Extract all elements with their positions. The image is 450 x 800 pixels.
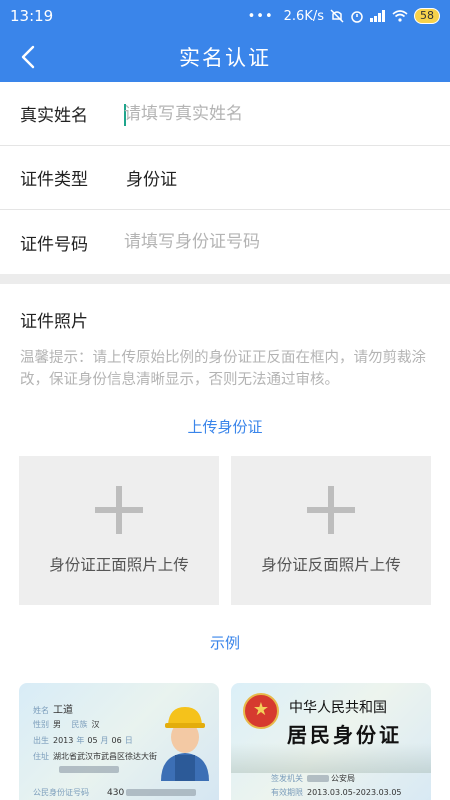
card-address-blur xyxy=(59,765,119,774)
plus-icon xyxy=(95,486,143,534)
id-type-label: 证件类型 xyxy=(20,170,88,190)
card-country-title: 中华人民共和国 xyxy=(289,700,387,716)
status-icons: ••• 2.6K/s 58 xyxy=(248,8,440,24)
nav-bar: 实名认证 xyxy=(0,32,450,82)
back-photo-caption: 身份证反面照片上传 xyxy=(261,556,401,574)
card-validity-line: 有效期限 2013.03.05-2023.03.05 xyxy=(271,788,402,797)
national-emblem-icon xyxy=(243,693,279,729)
id-number-row: 证件号码 xyxy=(0,210,450,274)
status-bar: 13:19 ••• 2.6K/s 58 xyxy=(0,0,450,32)
card-address-line: 住址 湖北省武汉市武昌区徐达大街 xyxy=(33,752,157,761)
upload-tip: 温馨提示：请上传原始比例的身份证正反面在框内，请勿剪裁涂改，保证身份信息清晰显示… xyxy=(20,350,426,388)
front-photo-upload[interactable]: 身份证正面照片上传 xyxy=(19,456,219,605)
card-name-line: 姓名 工道 xyxy=(33,705,73,716)
back-photo-upload[interactable]: 身份证反面照片上传 xyxy=(231,456,431,605)
status-time: 13:19 xyxy=(10,7,54,25)
card-gender-line: 性别男 民族汉 xyxy=(33,720,100,729)
upload-id-link[interactable]: 上传身份证 xyxy=(0,416,450,437)
more-dots: ••• xyxy=(247,8,274,24)
card-birth-line: 出生 2013 年 05 月 06 日 xyxy=(33,736,133,745)
wifi-icon xyxy=(392,10,408,22)
signal-icon xyxy=(370,10,385,22)
page-title: 实名认证 xyxy=(179,46,271,70)
worker-avatar-icon xyxy=(161,707,209,781)
id-type-row[interactable]: 证件类型 身份证 xyxy=(0,146,450,210)
example-link[interactable]: 示例 xyxy=(0,632,450,653)
chevron-left-icon[interactable] xyxy=(14,42,44,72)
battery-icon: 58 xyxy=(414,8,440,24)
id-number-input[interactable] xyxy=(124,232,424,252)
id-number-label: 证件号码 xyxy=(20,234,88,255)
id-type-value[interactable]: 身份证 xyxy=(126,165,177,190)
plus-icon xyxy=(307,486,355,534)
sample-id-back: 中华人民共和国 居民身份证 签发机关公安局 有效期限2013.03.05-202… xyxy=(231,683,431,800)
card-id-title: 居民身份证 xyxy=(287,723,402,747)
name-label: 真实姓名 xyxy=(20,106,88,126)
sample-id-front: 姓名 工道 性别男 民族汉 出生 2013 年 05 月 06 日 住址 湖北省武汉市武昌区徐达… xyxy=(19,683,219,800)
alarm-icon xyxy=(351,11,363,23)
section-divider xyxy=(0,274,450,284)
card-id-line: 公民身份证号码 430 xyxy=(33,787,197,798)
card-authority-line: 签发机关 公安局 xyxy=(271,774,355,783)
name-row: 真实姓名 xyxy=(0,82,450,146)
photo-section-title: 证件照片 xyxy=(20,312,88,332)
front-photo-caption: 身份证正面照片上传 xyxy=(49,556,189,574)
mute-icon xyxy=(330,9,344,23)
name-input[interactable] xyxy=(124,103,424,124)
network-speed: 2.6K/s xyxy=(283,8,324,24)
